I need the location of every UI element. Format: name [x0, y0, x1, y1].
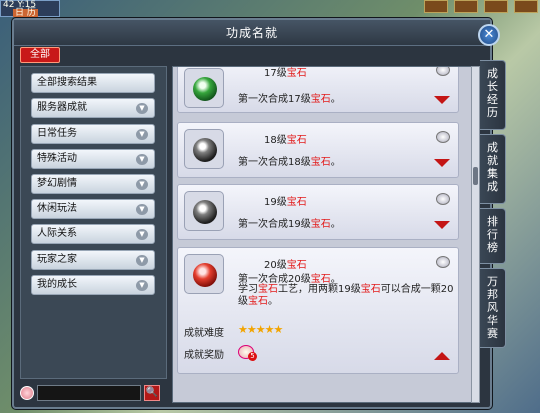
tab-leaderboard[interactable]: 排行榜: [480, 208, 506, 264]
expand-arrow-icon[interactable]: [434, 159, 450, 167]
difficulty-stars: ★★★★★: [238, 323, 283, 336]
category-label: 特殊活动: [37, 153, 77, 164]
close-button[interactable]: ✕: [478, 24, 500, 46]
search-input[interactable]: [37, 385, 141, 401]
category-label: 玩家之家: [37, 254, 77, 265]
chevron-down-icon: ▼: [136, 129, 148, 140]
item-gem: 宝石: [286, 135, 307, 146]
item-desc-gem: 宝石: [310, 94, 331, 105]
tab-wanbang-contest[interactable]: 万邦风华赛: [480, 268, 506, 348]
hud-icon-3[interactable]: [484, 0, 508, 13]
item-desc-gem: 宝石: [310, 219, 331, 230]
list-item[interactable]: 19级宝石 第一次合成19级宝石。: [177, 184, 459, 240]
tab-achievement-collection[interactable]: 成就集成: [480, 134, 506, 204]
category-leisure[interactable]: 休闲玩法 ▼: [31, 199, 155, 219]
item-level: 18级: [264, 135, 287, 146]
gem-icon: [184, 191, 224, 231]
category-label: 全部搜索结果: [37, 77, 97, 88]
category-social[interactable]: 人际关系 ▼: [31, 224, 155, 244]
peach-icon: [20, 386, 34, 400]
item-desc-end: 。: [330, 219, 341, 230]
scroll-thumb[interactable]: [473, 167, 478, 185]
item-level: 17级: [264, 68, 287, 79]
collapse-arrow-icon[interactable]: [434, 352, 450, 360]
item-desc-end: 。: [330, 94, 341, 105]
gem-icon: [184, 254, 224, 294]
reward-count: 5: [248, 352, 257, 361]
achievement-list: 17级宝石 第一次合成17级宝石。 18级宝石 第一次合成18级宝石。 19级宝…: [172, 66, 472, 403]
category-label: 人际关系: [37, 228, 77, 239]
achievement-badge-icon: [436, 256, 450, 268]
chevron-down-icon: ▼: [136, 280, 148, 291]
category-server[interactable]: 服务器成就 ▼: [31, 98, 155, 118]
achievement-window: 功成名就 ✕ 全部 全部搜索结果 服务器成就 ▼ 日常任务 ▼ 特殊活动 ▼ 梦幻剧情…: [12, 18, 500, 409]
category-label: 休闲玩法: [37, 203, 77, 214]
tab-all[interactable]: 全部: [20, 47, 60, 63]
category-label: 梦幻剧情: [37, 178, 77, 189]
gem-icon: [184, 68, 224, 108]
category-home[interactable]: 玩家之家 ▼: [31, 250, 155, 270]
expand-arrow-icon[interactable]: [434, 221, 450, 229]
list-item[interactable]: 18级宝石 第一次合成18级宝石。: [177, 122, 459, 178]
achievement-badge-icon: [436, 193, 450, 205]
hud-icon-4[interactable]: [514, 0, 538, 13]
item-desc: 第一次合成18级: [238, 157, 311, 168]
tab-growth-history[interactable]: 成长经历: [480, 60, 506, 130]
list-item[interactable]: 17级宝石 第一次合成17级宝石。: [177, 67, 459, 113]
chevron-down-icon: ▼: [136, 154, 148, 165]
search-button[interactable]: 🔍: [144, 385, 160, 401]
item-desc-end: 。: [330, 157, 341, 168]
window-title: 功成名就: [225, 26, 278, 40]
item-desc: 第一次合成17级: [238, 94, 311, 105]
chevron-down-icon: ▼: [136, 179, 148, 190]
chevron-down-icon: ▼: [136, 103, 148, 114]
item-gem: 宝石: [286, 68, 307, 79]
reward-label: 成就奖励: [184, 350, 224, 361]
list-item-expanded[interactable]: 20级宝石 第一次合成20级宝石。 学习宝石工艺，用两颗19级宝石可以合成一颗2…: [177, 247, 459, 374]
category-growth[interactable]: 我的成长 ▼: [31, 275, 155, 295]
hud-time: 42 Y:15 日 历: [0, 0, 60, 18]
item-level: 19级: [264, 197, 287, 208]
category-story[interactable]: 梦幻剧情 ▼: [31, 174, 155, 194]
title-bar[interactable]: 功成名就: [14, 20, 490, 46]
category-panel: 全部搜索结果 服务器成就 ▼ 日常任务 ▼ 特殊活动 ▼ 梦幻剧情 ▼ 休闲玩法 ▼ 人际…: [20, 66, 167, 379]
list-scrollbar[interactable]: [471, 66, 480, 403]
hud-icon-1[interactable]: [424, 0, 448, 13]
hud-icon-2[interactable]: [454, 0, 478, 13]
expand-arrow-icon[interactable]: [434, 96, 450, 104]
item-long-description: 学习宝石工艺，用两颗19级宝石可以合成一颗20级宝石。: [238, 284, 454, 307]
category-label: 日常任务: [37, 128, 77, 139]
item-gem: 宝石: [286, 197, 307, 208]
category-daily[interactable]: 日常任务 ▼: [31, 124, 155, 144]
item-desc-gem: 宝石: [310, 157, 331, 168]
category-all-results[interactable]: 全部搜索结果: [31, 73, 155, 93]
achievement-badge-icon: [436, 67, 450, 76]
achievement-badge-icon: [436, 131, 450, 143]
calendar-button[interactable]: 日 历: [13, 9, 38, 18]
chevron-down-icon: ▼: [136, 204, 148, 215]
category-label: 我的成长: [37, 279, 77, 290]
chevron-down-icon: ▼: [136, 255, 148, 266]
category-special[interactable]: 特殊活动 ▼: [31, 149, 155, 169]
chevron-down-icon: ▼: [136, 229, 148, 240]
category-label: 服务器成就: [37, 102, 87, 113]
difficulty-label: 成就难度: [184, 328, 224, 339]
search-bar: 🔍: [20, 383, 167, 403]
gem-icon: [184, 129, 224, 169]
item-desc: 第一次合成19级: [238, 219, 311, 230]
hud-icons: [424, 0, 538, 14]
reward-peach-icon[interactable]: 5: [238, 345, 257, 361]
